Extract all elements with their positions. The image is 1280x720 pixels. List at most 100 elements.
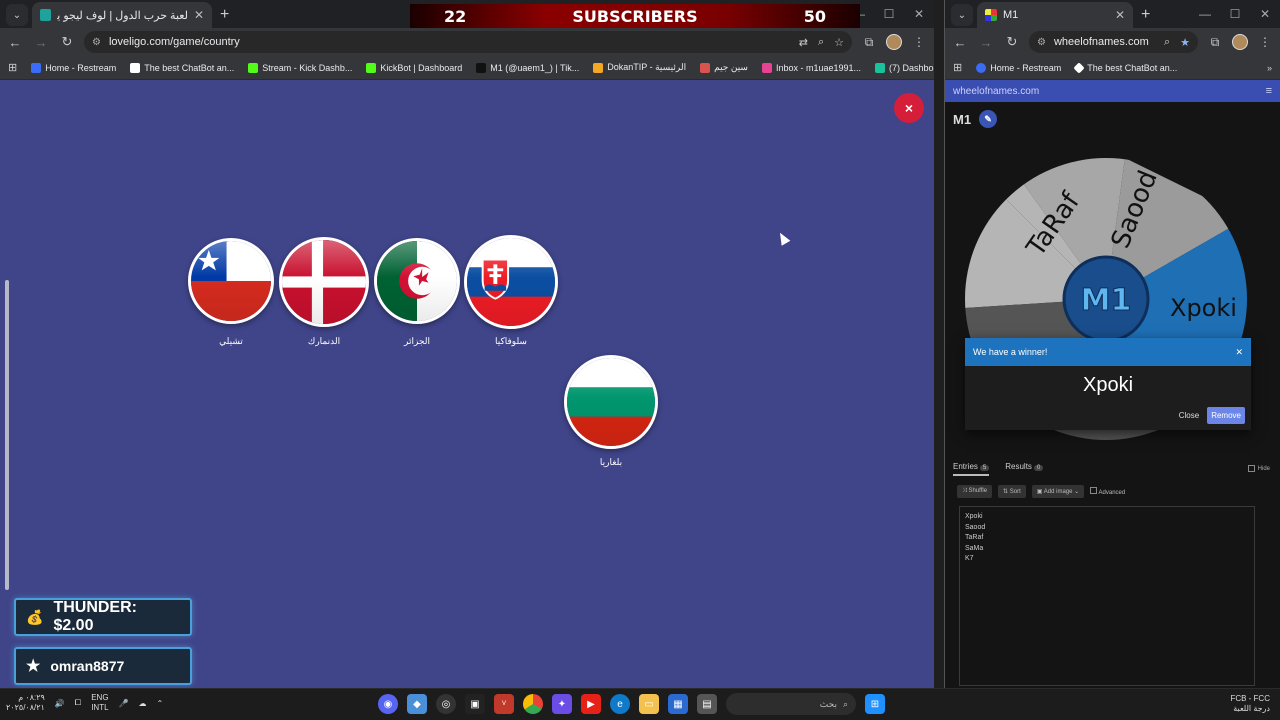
bookmark-item[interactable]: Home - Restream: [976, 62, 1061, 73]
bookmark-item[interactable]: سين جيم: [700, 62, 748, 73]
bookmark-favicon-icon: [366, 62, 377, 73]
store-icon[interactable]: ▦: [668, 694, 688, 714]
language-indicator[interactable]: ENG INTL: [91, 693, 108, 713]
close-window-icon[interactable]: ✕: [1250, 7, 1280, 21]
maximize-icon[interactable]: ☐: [1220, 7, 1250, 21]
app-icon[interactable]: ◆: [407, 694, 427, 714]
back-icon[interactable]: ←: [6, 35, 24, 50]
url-text: wheelofnames.com: [1053, 36, 1149, 48]
back-icon[interactable]: ←: [951, 35, 969, 50]
shuffle-button[interactable]: ⤨ Shuffle: [957, 485, 993, 498]
address-bar[interactable]: ⚙ loveligo.com/game/country ⇄ ⌕ ☆: [84, 31, 852, 53]
edit-pencil-icon[interactable]: ✎: [979, 110, 998, 128]
zoom-icon[interactable]: ⌕: [818, 36, 824, 49]
bookmark-item[interactable]: DokanTIP - الرئيسية: [593, 62, 686, 73]
tray-expand-icon[interactable]: ⌃: [157, 699, 164, 708]
discord-icon[interactable]: ◉: [378, 694, 398, 714]
bookmark-favicon-icon: [476, 62, 487, 73]
hide-checkbox[interactable]: [1247, 465, 1255, 472]
chrome-icon[interactable]: [523, 694, 543, 714]
bookmark-item[interactable]: KickBot | Dashboard: [366, 62, 462, 73]
microphone-icon[interactable]: 🎤: [119, 699, 129, 708]
site-info-icon[interactable]: ⚙: [92, 37, 101, 48]
menu-icon[interactable]: ⋮: [910, 35, 928, 49]
capture-icon[interactable]: ▣: [465, 694, 485, 714]
zoom-icon[interactable]: ⌕: [1164, 36, 1170, 49]
file-explorer-icon[interactable]: ▭: [639, 694, 659, 714]
entry-line: Saood: [965, 523, 986, 531]
close-button[interactable]: Close: [1179, 411, 1199, 420]
hamburger-menu-icon[interactable]: ≡: [1266, 85, 1272, 97]
youtube-icon[interactable]: ▶: [581, 694, 601, 714]
bookmark-star-icon[interactable]: ☆: [834, 36, 844, 49]
reload-icon[interactable]: ↻: [58, 34, 76, 50]
close-game-button[interactable]: ×: [894, 93, 924, 123]
close-tab-icon[interactable]: ✕: [1115, 8, 1125, 22]
bookmark-item[interactable]: Stream - Kick Dashb...: [248, 62, 352, 73]
network-icon[interactable]: ⧠: [75, 698, 81, 708]
translate-icon[interactable]: ⇄: [799, 36, 808, 49]
copilot-icon[interactable]: ✦: [552, 694, 572, 714]
taskbar-search[interactable]: بحث ⌕: [726, 693, 856, 715]
entries-textarea[interactable]: Xpoki Saood TaRaf SaMa K7: [959, 506, 1255, 686]
profile-avatar[interactable]: [1232, 34, 1248, 50]
forward-icon[interactable]: →: [32, 35, 50, 50]
bookmark-item[interactable]: M1 (@uaem1_) | Tik...: [476, 62, 579, 73]
more-bookmarks-icon[interactable]: »: [1267, 63, 1272, 73]
bookmark-item[interactable]: Inbox - m1uae1991...: [761, 62, 861, 73]
scrollbar[interactable]: [4, 80, 10, 688]
site-header: wheelofnames.com ≡: [945, 80, 1280, 102]
advanced-checkbox[interactable]: [1090, 487, 1098, 494]
menu-icon[interactable]: ⋮: [1256, 35, 1274, 49]
address-bar[interactable]: ⚙ wheelofnames.com ⌕ ★: [1029, 31, 1198, 53]
tab-entries[interactable]: Entries 5: [953, 462, 990, 476]
flag-chile[interactable]: [188, 238, 274, 324]
site-info-icon[interactable]: ⚙: [1037, 37, 1046, 48]
close-dialog-icon[interactable]: ✕: [1235, 347, 1243, 358]
flag-bulgaria[interactable]: [564, 355, 658, 449]
minimize-icon[interactable]: —: [1190, 7, 1220, 21]
windows-start-icon[interactable]: ⊞: [865, 694, 885, 714]
add-image-button[interactable]: ▣ Add image ⌄: [1031, 485, 1085, 498]
obs-icon[interactable]: ◎: [436, 694, 456, 714]
edge-icon[interactable]: e: [610, 694, 630, 714]
flag-denmark[interactable]: [279, 237, 369, 327]
forward-icon[interactable]: →: [977, 35, 995, 50]
voicemod-icon[interactable]: V: [494, 694, 514, 714]
volume-icon[interactable]: 🔊: [55, 699, 65, 708]
reload-icon[interactable]: ↻: [1003, 34, 1021, 50]
bookmark-star-icon[interactable]: ★: [1180, 36, 1190, 49]
new-tab-button[interactable]: +: [1141, 6, 1150, 24]
tab-search-button[interactable]: ⌄: [6, 4, 28, 26]
site-title[interactable]: wheelofnames.com: [953, 86, 1039, 97]
remove-button[interactable]: Remove: [1207, 407, 1245, 424]
flag-slovakia[interactable]: [464, 235, 558, 329]
tab-search-button[interactable]: ⌄: [951, 4, 973, 26]
advanced-toggle[interactable]: Advanced: [1090, 487, 1125, 496]
tab-game[interactable]: لعبة حرب الدول | لوف ليجو يوفر ✕: [32, 2, 212, 28]
sort-button[interactable]: ⇅ Sort: [998, 485, 1026, 498]
tab-results[interactable]: Results 0: [1005, 462, 1044, 476]
bookmark-item[interactable]: The best ChatBot an...: [130, 62, 234, 73]
onedrive-icon[interactable]: ☁: [139, 699, 147, 708]
flag-algeria[interactable]: [374, 238, 460, 324]
bookmark-item[interactable]: Home - Restream: [31, 62, 116, 73]
new-tab-button[interactable]: +: [220, 6, 229, 24]
weather-widget[interactable]: FCB - FCC درجة اللعبة: [1230, 694, 1270, 714]
close-tab-icon[interactable]: ✕: [194, 8, 204, 22]
apps-grid-icon[interactable]: ⊞: [8, 61, 17, 74]
bookmark-item[interactable]: (7) Dashboard / Stre...: [875, 62, 934, 73]
bookmark-favicon-icon: [700, 62, 711, 73]
extensions-icon[interactable]: ⧉: [1206, 35, 1224, 50]
apps-grid-icon[interactable]: ⊞: [953, 61, 962, 74]
bookmark-item[interactable]: The best ChatBot an...: [1073, 61, 1177, 74]
maximize-icon[interactable]: ☐: [874, 7, 904, 21]
profile-avatar[interactable]: [886, 34, 902, 50]
tab-wheel[interactable]: M1 ✕: [977, 2, 1133, 28]
clock[interactable]: ٠٨:٢٩ م ٢٠٢٥/٠٨/٢١: [6, 693, 45, 713]
hide-toggle[interactable]: Hide: [1247, 465, 1270, 472]
close-window-icon[interactable]: ✕: [904, 7, 934, 21]
tab-strip: ⌄ M1 ✕ + — ☐ ✕: [945, 0, 1280, 28]
extensions-icon[interactable]: ⧉: [860, 35, 878, 50]
app-icon[interactable]: ▤: [697, 694, 717, 714]
